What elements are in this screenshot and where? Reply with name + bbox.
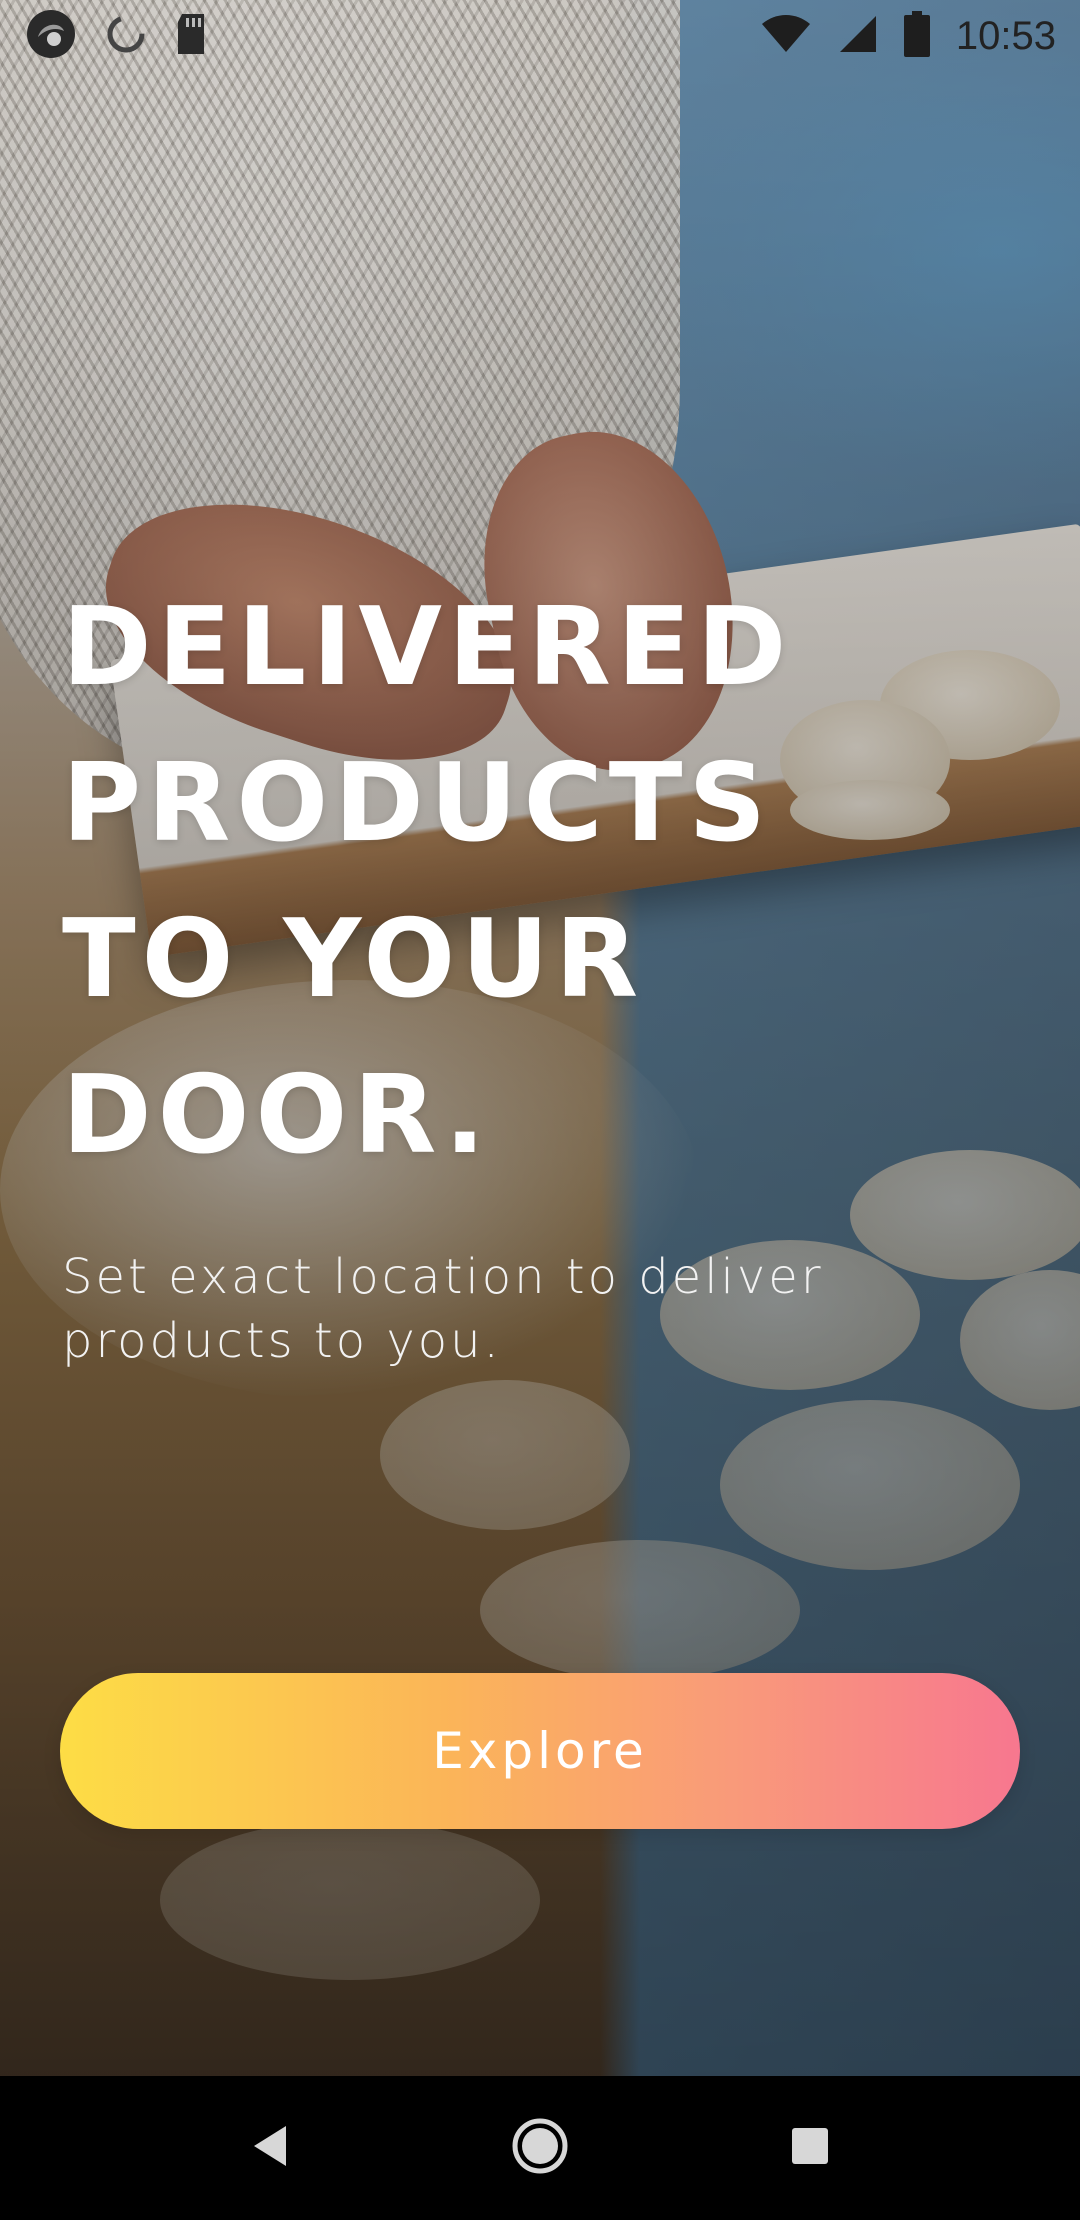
sd-card-icon: [174, 12, 208, 60]
hero-subtitle: Set exact location to deliver products t…: [62, 1249, 824, 1369]
onboarding-screen: 10:53 DELIVERED PRODUCTS TO YOUR DOOR. S…: [0, 0, 1080, 2220]
cellular-signal-icon: [838, 14, 878, 58]
status-time: 10:53: [955, 13, 1056, 58]
hero-title-line: TO YOUR: [62, 897, 645, 1022]
recents-button[interactable]: [774, 2112, 846, 2184]
hero-title: DELIVERED PRODUCTS TO YOUR DOOR.: [62, 570, 822, 1194]
hero-title-line: DELIVERED: [62, 585, 793, 710]
hero-title-line: DOOR.: [62, 1053, 492, 1178]
home-icon: [511, 2117, 569, 2179]
hero-title-line: PRODUCTS: [62, 741, 773, 866]
sync-icon: [104, 12, 148, 60]
explore-button[interactable]: Explore: [60, 1673, 1020, 1829]
battery-icon: [903, 11, 930, 61]
home-button[interactable]: [504, 2112, 576, 2184]
navigation-bar: [0, 2076, 1080, 2220]
wifi-icon: [760, 14, 812, 58]
back-icon: [250, 2124, 290, 2172]
back-button[interactable]: [234, 2112, 306, 2184]
recents-icon: [790, 2126, 830, 2170]
app-notification-icon: [24, 7, 78, 65]
status-bar: 10:53: [0, 0, 1080, 72]
